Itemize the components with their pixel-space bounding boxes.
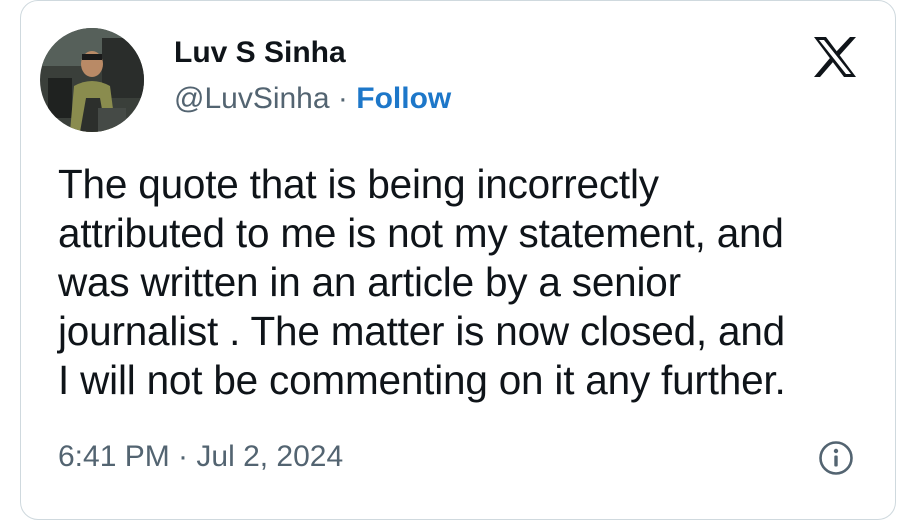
follow-button[interactable]: Follow xyxy=(356,82,451,115)
tweet-text-line: journalist . The matter is now closed, a… xyxy=(58,308,785,354)
author-handle[interactable]: @LuvSinha xyxy=(174,82,330,115)
tweet-text: The quote that is being incorrectly attr… xyxy=(58,160,878,405)
handle-separator: · xyxy=(337,82,348,115)
tweet-timestamp[interactable]: 6:41 PM · Jul 2, 2024 xyxy=(58,440,343,474)
avatar-image xyxy=(40,28,144,132)
tweet-text-line: was written in an article by a senior xyxy=(58,259,681,305)
tweet-text-line: I will not be commenting on it any furth… xyxy=(58,357,786,403)
author-handle-row: @LuvSinha · Follow xyxy=(174,82,451,116)
x-logo-icon[interactable] xyxy=(812,36,858,78)
tweet-text-line: attributed to me is not my statement, an… xyxy=(58,210,784,256)
author-name[interactable]: Luv S Sinha xyxy=(174,36,346,70)
avatar[interactable] xyxy=(40,28,144,132)
tweet-text-line: The quote that is being incorrectly xyxy=(58,161,659,207)
info-icon[interactable] xyxy=(818,440,854,476)
